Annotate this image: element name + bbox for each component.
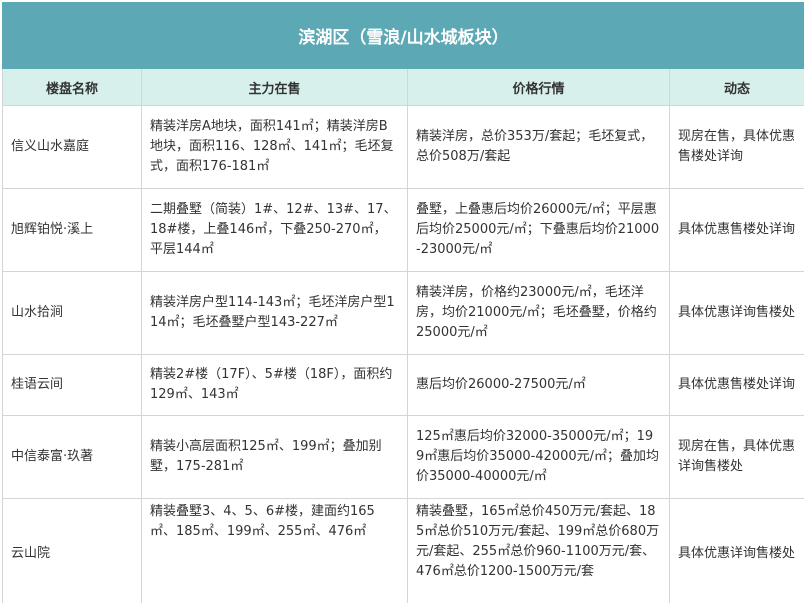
cell-price: 惠后均价26000-27500元/㎡ [407, 354, 670, 416]
cell-price: 精装叠墅，165㎡总价450万元/套起、185㎡总价510万元/套起、199㎡总… [407, 498, 670, 603]
cell-name: 云山院 [2, 498, 142, 603]
cell-dynamic: 具体优惠详询售楼处 [668, 271, 804, 355]
cell-dynamic: 具体优惠售楼处详询 [668, 354, 804, 416]
cell-main-sale: 精装小高层面积125㎡、199㎡；叠加别墅，175-281㎡ [141, 415, 408, 499]
cell-main-sale: 精装洋房A地块，面积141㎡；精装洋房B地块，面积116、128㎡、141㎡；毛… [141, 105, 408, 189]
table-row: 桂语云间 精装2#楼（17F）、5#楼（18F），面积约129㎡、143㎡ 惠后… [2, 354, 804, 416]
cell-price: 精装洋房，价格约23000元/㎡，毛坯洋房，均价21000元/㎡；毛坯叠墅，价格… [407, 271, 670, 355]
cell-name: 山水拾涧 [2, 271, 142, 355]
table-header-row: 楼盘名称 主力在售 价格行情 动态 [2, 68, 804, 106]
header-price: 价格行情 [407, 68, 670, 106]
table-row: 山水拾涧 精装洋房户型114-143㎡；毛坯洋房户型114㎡；毛坯叠墅户型143… [2, 271, 804, 355]
cell-price: 叠墅，上叠惠后均价26000元/㎡；平层惠后均价25000元/㎡；下叠惠后均价2… [407, 188, 670, 272]
cell-main-sale: 精装洋房户型114-143㎡；毛坯洋房户型114㎡；毛坯叠墅户型143-227㎡ [141, 271, 408, 355]
cell-name: 信义山水嘉庭 [2, 105, 142, 189]
cell-main-sale: 二期叠墅（简装）1#、12#、13#、17、18#楼，上叠146㎡，下叠250-… [141, 188, 408, 272]
table-row: 云山院 精装叠墅3、4、5、6#楼，建面约165㎡、185㎡、199㎡、255㎡… [2, 498, 804, 603]
table-title: 滨湖区（雪浪/山水城板块） [2, 2, 804, 69]
table-row: 旭辉铂悦·溪上 二期叠墅（简装）1#、12#、13#、17、18#楼，上叠146… [2, 188, 804, 272]
cell-name: 旭辉铂悦·溪上 [2, 188, 142, 272]
cell-dynamic: 现房在售，具体优惠售楼处详询 [668, 105, 804, 189]
cell-name: 桂语云间 [2, 354, 142, 416]
cell-dynamic: 现房在售，具体优惠详询售楼处 [668, 415, 804, 499]
property-table-container: 滨湖区（雪浪/山水城板块） 楼盘名称 主力在售 价格行情 动态 信义山水嘉庭 精… [2, 2, 804, 603]
cell-dynamic: 具体优惠详询售楼处 [668, 498, 804, 603]
cell-name: 中信泰富·玖著 [2, 415, 142, 499]
cell-main-sale: 精装叠墅3、4、5、6#楼，建面约165㎡、185㎡、199㎡、255㎡、476… [141, 498, 408, 603]
cell-price: 精装洋房，总价353万/套起；毛坯复式，总价508万/套起 [407, 105, 670, 189]
property-price-table: 滨湖区（雪浪/山水城板块） 楼盘名称 主力在售 价格行情 动态 信义山水嘉庭 精… [2, 2, 804, 603]
cell-price: 125㎡惠后均价32000-35000元/㎡；199㎡惠后均价35000-420… [407, 415, 670, 499]
table-row: 信义山水嘉庭 精装洋房A地块，面积141㎡；精装洋房B地块，面积116、128㎡… [2, 105, 804, 189]
header-main-sale: 主力在售 [141, 68, 408, 106]
cell-main-sale: 精装2#楼（17F）、5#楼（18F），面积约129㎡、143㎡ [141, 354, 408, 416]
header-dynamic: 动态 [668, 68, 804, 106]
table-row: 中信泰富·玖著 精装小高层面积125㎡、199㎡；叠加别墅，175-281㎡ 1… [2, 415, 804, 499]
cell-dynamic: 具体优惠售楼处详询 [668, 188, 804, 272]
header-name: 楼盘名称 [2, 68, 142, 106]
table-title-row: 滨湖区（雪浪/山水城板块） [2, 2, 804, 69]
